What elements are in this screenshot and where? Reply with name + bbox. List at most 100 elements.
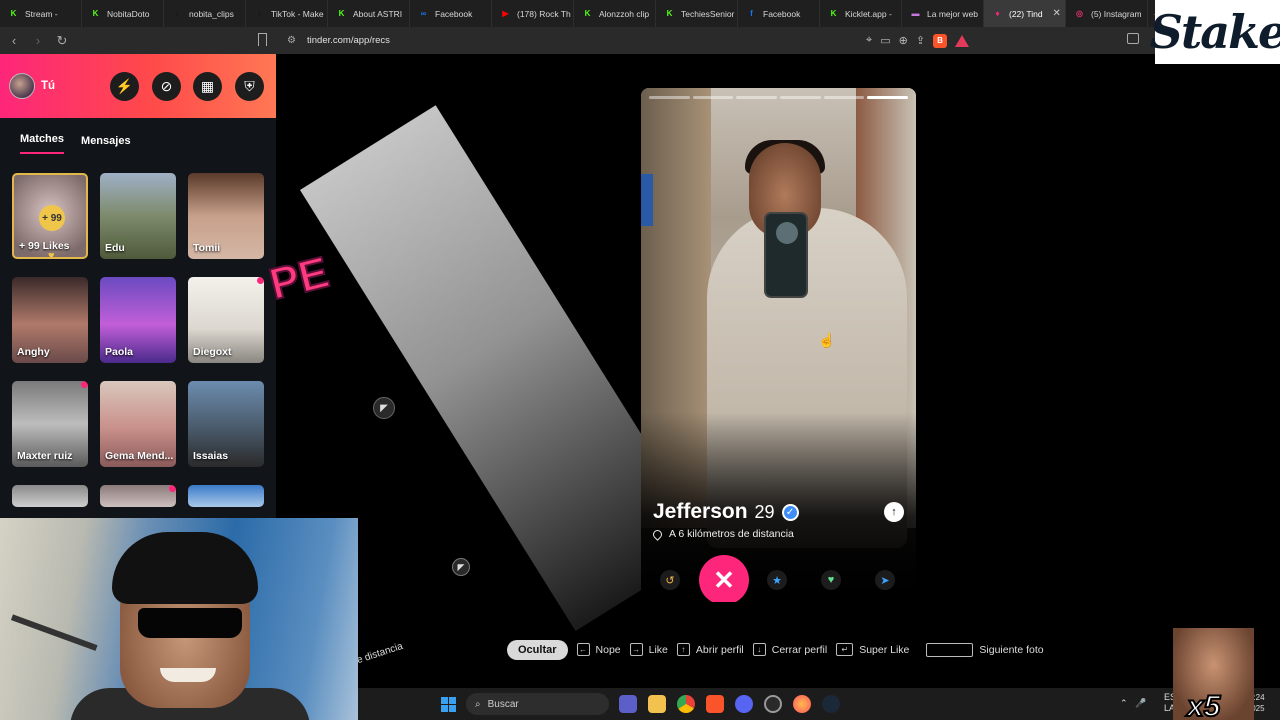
like-button[interactable]: ♥ (821, 570, 841, 590)
shortcut-next-photo: Siguiente foto (926, 642, 1044, 657)
match-card[interactable] (12, 485, 88, 507)
rewind-button[interactable]: ↺ (660, 570, 680, 590)
likes-label: + 99 Likes (19, 240, 70, 252)
shortcut-super-like: ↵ Super Like (836, 643, 909, 656)
arrow-down-key-icon: ↓ (752, 643, 766, 656)
match-card[interactable]: Anghy (12, 277, 88, 363)
browser-tab[interactable]: f Facebook (738, 0, 820, 27)
superlike-button[interactable]: ★ (767, 570, 787, 590)
close-tab-icon[interactable]: ✕ (1053, 8, 1061, 19)
sidebar-tabs: Matches Mensajes (0, 118, 276, 154)
taskbar-search[interactable]: ⌕ Buscar (466, 693, 609, 715)
tab-favicon-icon: K (92, 9, 99, 18)
avatar[interactable] (9, 73, 35, 99)
tab-label: (5) Instagram (1091, 8, 1142, 19)
photo-progress-segment[interactable] (692, 96, 734, 99)
forward-icon[interactable]: › (28, 33, 48, 48)
shortcut-like-label: Like (648, 643, 668, 656)
browser-tab-strip: K Stream - K NobitaDoto ♪ nobita_clips ♪ TikTok… (0, 0, 1280, 27)
match-card[interactable]: Tomii (188, 173, 264, 259)
zoom-icon[interactable]: ⊕ (899, 34, 908, 47)
boost-icon[interactable]: ⚡ (110, 72, 139, 101)
stake-logo-text: Stake (1149, 5, 1280, 59)
brave-rewards-icon[interactable] (955, 34, 970, 47)
tab-favicon-icon: ▬ (911, 9, 920, 18)
url-field[interactable]: ⚙ tinder.com/app/recs (287, 27, 390, 54)
match-card[interactable]: Gema Mend... (100, 381, 176, 467)
brave-icon[interactable] (706, 695, 724, 713)
match-card[interactable]: Issaias (188, 381, 264, 467)
match-card[interactable]: Paola (100, 277, 176, 363)
boost-button[interactable]: ➤ (875, 570, 895, 590)
tab-label: (22) Tind (1009, 8, 1043, 19)
tray-icons[interactable]: ⌃ 🎤 (1120, 698, 1146, 709)
hide-shortcuts-button[interactable]: Ocultar (507, 639, 568, 660)
browser-tab[interactable]: ∞ Facebook (410, 0, 492, 27)
folder-icon[interactable] (648, 695, 666, 713)
browser-tab[interactable]: K Kicklet.app - (820, 0, 902, 27)
teams-icon[interactable] (619, 695, 637, 713)
match-card[interactable]: Diegoxt (188, 277, 264, 363)
shield-icon[interactable]: ⛨ (235, 72, 264, 101)
match-card[interactable] (188, 485, 264, 507)
share-icon[interactable]: ⇪ (916, 34, 925, 47)
windows-start-icon[interactable] (441, 697, 456, 712)
back-icon[interactable]: ‹ (4, 33, 24, 48)
browser-tab[interactable]: ▬ La mejor web (902, 0, 984, 27)
match-card[interactable]: Maxter ruiz (12, 381, 88, 467)
open-profile-button[interactable]: ↑ (884, 502, 904, 522)
tab-favicon-icon: K (666, 9, 673, 18)
shortcut-close-profile-label: Cerrar perfil (771, 643, 828, 656)
browser-tab[interactable]: ▶ (178) Rock Th (492, 0, 574, 27)
match-name: Diegoxt (193, 346, 232, 358)
photo-progress-segment[interactable] (867, 96, 909, 99)
match-name: Tomii (193, 242, 221, 254)
match-card[interactable] (100, 485, 176, 507)
likes-card[interactable]: + 99 + 99 Likes ♥ (12, 173, 88, 259)
match-card[interactable]: Edu (100, 173, 176, 259)
tab-favicon-icon: K (830, 9, 837, 18)
browser-tab[interactable]: K NobitaDoto (82, 0, 164, 27)
browser-tab[interactable]: ♦ (22) Tind ✕ (984, 0, 1066, 27)
site-info-icon[interactable]: ⚙ (287, 35, 299, 46)
chrome-icon[interactable] (677, 695, 695, 713)
explore-icon[interactable]: ⊘ (152, 72, 181, 101)
photo-progress-segment[interactable] (780, 96, 821, 99)
photo-progress-segment[interactable] (649, 96, 690, 99)
browser-tab[interactable]: K Alonzzoh clip (574, 0, 656, 27)
browser-tab[interactable]: K About ASTRI (328, 0, 410, 27)
browser-tab[interactable]: ◎ (5) Instagram (1066, 0, 1148, 27)
photo-progress-segment[interactable] (736, 96, 778, 99)
browser-tab[interactable]: K TechiesSenior (656, 0, 738, 27)
star-icon: ★ (772, 574, 782, 587)
tab-messages[interactable]: Mensajes (81, 135, 131, 154)
bookmark-icon[interactable] (258, 33, 267, 46)
sidebar-toggle-icon[interactable] (1127, 33, 1139, 44)
search-icon: ⌕ (475, 698, 481, 710)
brave-shields-icon[interactable]: B (933, 33, 948, 48)
steam-icon[interactable] (822, 695, 840, 713)
browser-tab[interactable]: ♪ nobita_clips (164, 0, 246, 27)
location-icon[interactable]: ⌖ (866, 34, 872, 47)
microphone-arm (0, 614, 98, 702)
previous-distance-text: e distancia (355, 640, 405, 667)
nope-button[interactable]: ✕ (699, 555, 749, 602)
tab-favicon-icon: K (338, 9, 345, 18)
briefcase-icon[interactable]: ▦ (193, 72, 222, 101)
tab-matches[interactable]: Matches (20, 133, 65, 154)
app-icon[interactable] (764, 695, 782, 713)
reload-icon[interactable]: ↻ (52, 33, 72, 49)
cast-icon[interactable]: ▭ (880, 34, 890, 47)
match-name: Issaias (193, 450, 229, 462)
discord-icon[interactable] (735, 695, 753, 713)
profile-card[interactable]: Jefferson 29 ✓ A 6 kilómetros de distanc… (641, 88, 916, 602)
keyboard-shortcuts: Ocultar ← Nope → Like ↑ Abrir perfil ↓ Cerra… (507, 639, 1044, 660)
browser-tab[interactable]: ♪ TikTok - Make (246, 0, 328, 27)
firefox-icon[interactable] (793, 695, 811, 713)
tab-label: Stream - (25, 8, 58, 19)
browser-tab[interactable]: K Stream - (0, 0, 82, 27)
user-name[interactable]: Tú (41, 80, 55, 92)
new-match-dot (257, 277, 264, 284)
photo-progress-segment[interactable] (823, 96, 865, 99)
new-match-dot (169, 485, 176, 492)
